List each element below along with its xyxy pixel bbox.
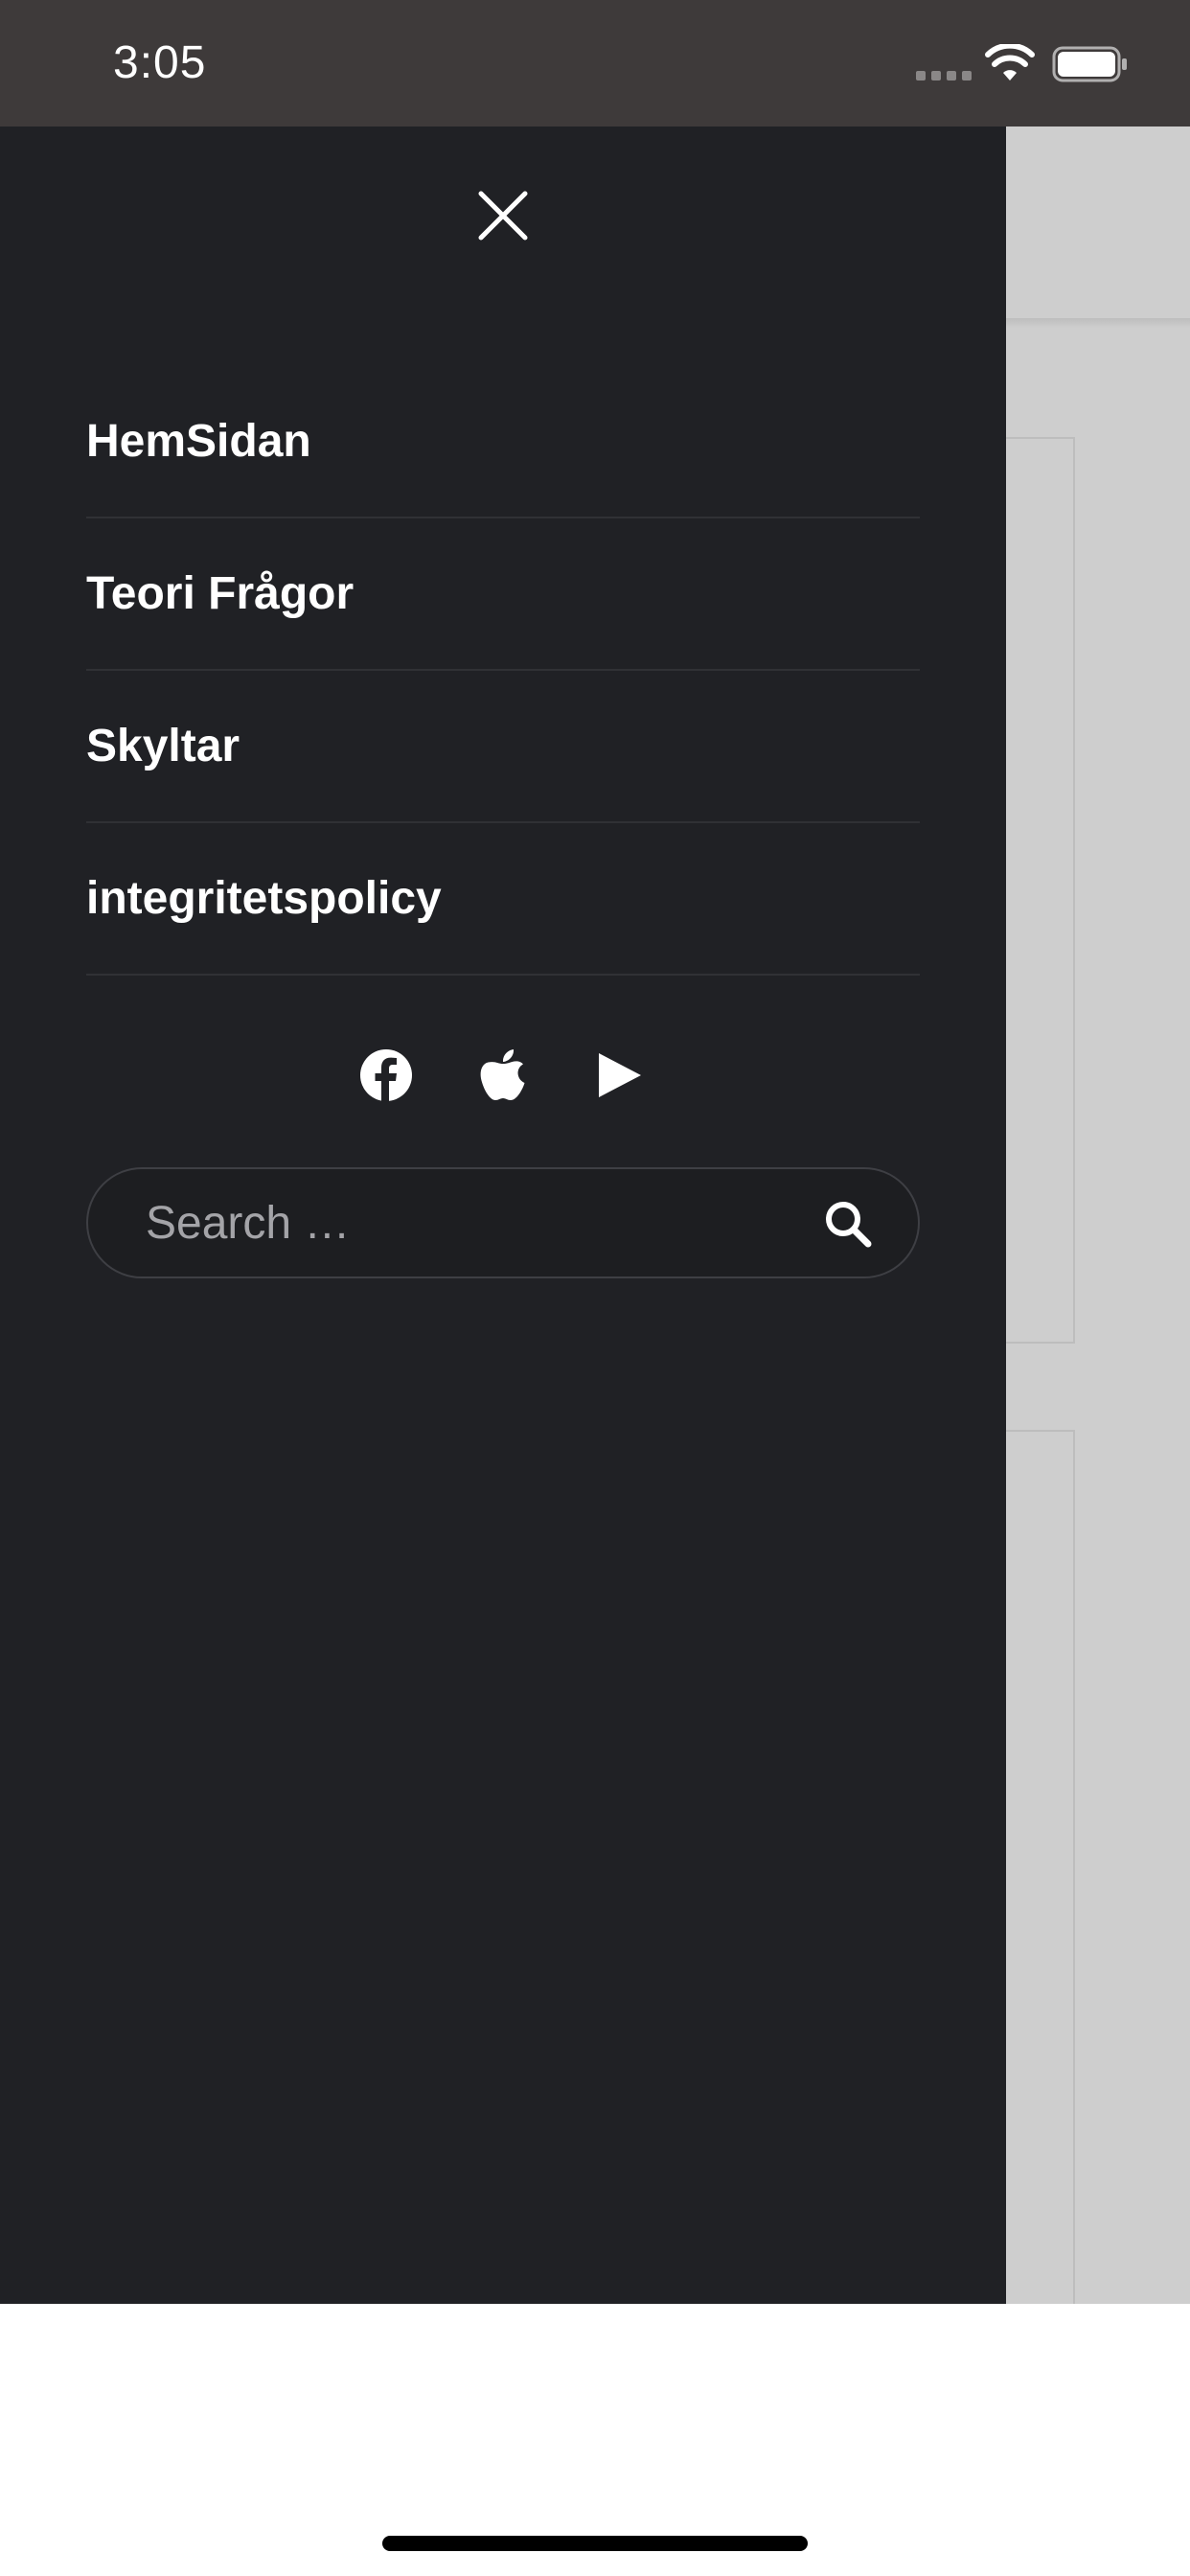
status-time: 3:05	[113, 37, 207, 88]
nav-item-label: HemSidan	[86, 416, 311, 467]
home-indicator[interactable]	[382, 2536, 808, 2551]
nav-item-teori-fragor[interactable]: Teori Frågor	[86, 518, 920, 671]
apple-link[interactable]	[476, 1048, 530, 1102]
nav-item-integritetspolicy[interactable]: integritetspolicy	[86, 823, 920, 976]
facebook-icon	[360, 1049, 412, 1101]
play-store-icon	[599, 1053, 641, 1097]
nav-item-skyltar[interactable]: Skyltar	[86, 671, 920, 823]
apple-icon	[480, 1049, 525, 1100]
wifi-icon	[985, 44, 1035, 80]
drawer-nav-menu: HemSidan Teori Frågor Skyltar integritet…	[86, 366, 920, 976]
search-icon[interactable]	[822, 1198, 874, 1250]
nav-item-label: integritetspolicy	[86, 873, 442, 924]
social-links	[0, 1037, 1006, 1114]
navigation-drawer: HemSidan Teori Frågor Skyltar integritet…	[0, 126, 1006, 2304]
facebook-link[interactable]	[359, 1048, 413, 1102]
nav-item-hemsidan[interactable]: HemSidan	[86, 366, 920, 518]
search-input[interactable]	[146, 1169, 797, 1276]
play-store-link[interactable]	[593, 1048, 647, 1102]
cellular-signal-icon	[916, 71, 972, 80]
nav-item-label: Teori Frågor	[86, 568, 355, 619]
page-header-shadow	[1006, 318, 1190, 328]
nav-item-label: Skyltar	[86, 721, 240, 771]
status-bar: 3:05	[0, 0, 1190, 126]
battery-icon	[1052, 46, 1127, 82]
close-icon[interactable]	[469, 182, 537, 249]
search-form	[86, 1167, 920, 1278]
